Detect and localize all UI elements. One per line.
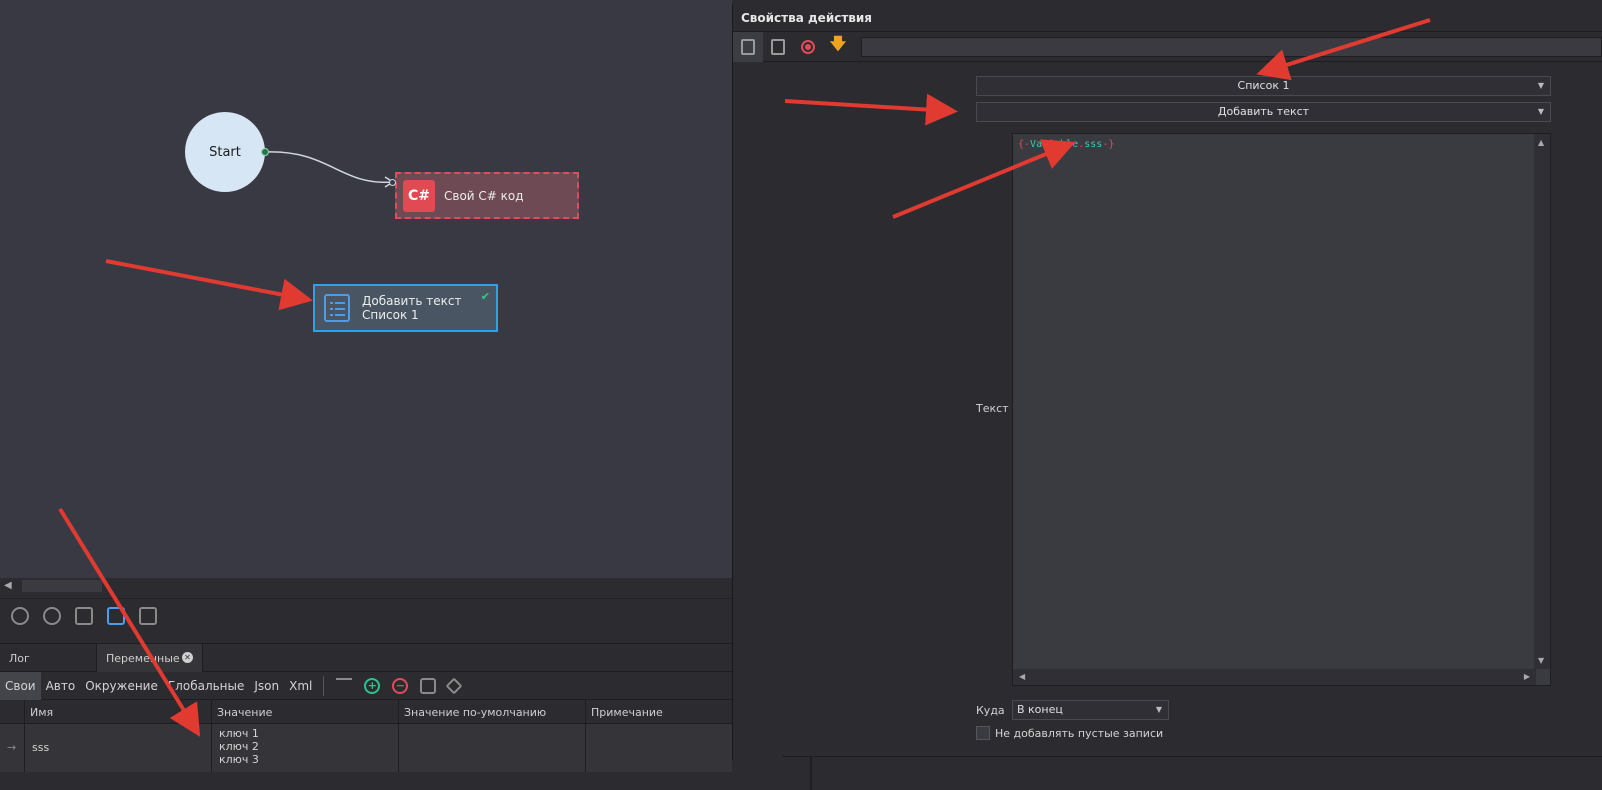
col-value[interactable]: Значение — [212, 700, 399, 723]
record-icon — [801, 39, 815, 54]
list-select[interactable]: Список 1 ▼ — [976, 76, 1551, 96]
chevron-down-icon: ▼ — [1155, 705, 1162, 714]
vartab-json[interactable]: Json — [249, 672, 284, 700]
csharp-node-label: Свой C# код — [444, 188, 524, 203]
arrow-down-icon: 🡇 — [829, 34, 847, 53]
properties-search-input[interactable] — [861, 36, 1602, 57]
tab-log[interactable]: Лог — [0, 644, 97, 672]
editor-content: {-Variable.sss-} — [1018, 139, 1114, 150]
canvas-toolbar — [0, 598, 732, 632]
editor-vertical-scrollbar[interactable]: ▲ ▼ — [1534, 134, 1550, 669]
bottom-tabs: Лог Переменные ✕ — [0, 644, 732, 672]
canvas-horizontal-scrollbar[interactable]: ◀ — [0, 578, 732, 594]
edit-document-button[interactable] — [763, 32, 793, 62]
scroll-left-icon[interactable]: ◀ — [4, 580, 12, 591]
action-select-value: Добавить текст — [1217, 105, 1310, 118]
document-settings-icon — [741, 38, 755, 55]
toolbar-divider — [323, 675, 325, 696]
check-icon: ✔ — [480, 290, 490, 303]
editor-horizontal-scrollbar[interactable]: ◀ ▶ — [1013, 669, 1536, 685]
add-node-title: Добавить текст — [362, 294, 462, 308]
scroll-down-icon[interactable]: ▼ — [1538, 656, 1544, 665]
add-frame-icon[interactable] — [139, 607, 157, 625]
eraser-icon[interactable] — [445, 677, 463, 694]
add-variable-icon[interactable]: + — [364, 677, 381, 694]
document-edit-icon — [771, 38, 785, 55]
tab-variables-label: Переменные — [106, 652, 180, 665]
text-editor[interactable]: {-Variable.sss-} ▲ ▼ ◀ ▶ — [1012, 133, 1551, 686]
col-note[interactable]: Примечание — [586, 700, 732, 723]
value-line: ключ 1 — [219, 727, 259, 740]
action-properties-window: Свойства действия 🡇 Список 1 ▼ Добавить … — [732, 4, 1602, 760]
remove-variable-icon[interactable]: − — [392, 677, 409, 694]
col-default[interactable]: Значение по-умолчанию — [399, 700, 586, 723]
bottom-panel: Лог Переменные ✕ Свои Авто Окружение Гло… — [0, 643, 732, 790]
window-title: Свойства действия — [733, 4, 1602, 32]
macro-name: sss — [1084, 139, 1103, 150]
tab-variables[interactable]: Переменные ✕ — [97, 644, 203, 672]
lock-icon[interactable] — [75, 607, 93, 625]
variables-table: Имя Значение Значение по-умолчанию Приме… — [0, 700, 732, 772]
csharp-icon: C# — [403, 179, 435, 212]
cell-note[interactable] — [586, 724, 732, 772]
csharp-code-node[interactable]: C# Свой C# код — [395, 172, 579, 219]
gear-icon[interactable] — [11, 607, 29, 625]
start-node[interactable]: Start — [185, 112, 265, 192]
workflow-canvas[interactable]: Start C# Свой C# код Добавить текст Спис… — [0, 0, 732, 578]
variable-type-tabs: Свои Авто Окружение Глобальные Json Xml … — [0, 671, 732, 700]
vartab-auto[interactable]: Авто — [41, 672, 81, 700]
where-select-value: В конец — [1017, 703, 1063, 716]
skip-empty-checkbox[interactable] — [976, 726, 990, 740]
scroll-up-icon[interactable]: ▲ — [1538, 138, 1544, 147]
skip-empty-option[interactable]: Не добавлять пустые записи — [976, 726, 1163, 740]
cell-value[interactable]: ключ 1 ключ 2 ключ 3 — [212, 724, 399, 772]
chevron-down-icon: ▼ — [1537, 81, 1544, 90]
status-strip — [782, 756, 1602, 790]
properties-toolbar: 🡇 — [733, 31, 1602, 62]
scroll-left-icon[interactable]: ◀ — [1019, 672, 1025, 681]
macro-variable: Variable — [1030, 139, 1079, 150]
download-button[interactable]: 🡇 — [823, 32, 853, 62]
vartab-xml[interactable]: Xml — [284, 672, 317, 700]
value-line: ключ 3 — [219, 753, 259, 766]
add-node-subtitle: Список 1 — [362, 308, 419, 322]
table-row[interactable]: → sss ключ 1 ключ 2 ключ 3 — [0, 724, 732, 772]
action-select[interactable]: Добавить текст ▼ — [976, 102, 1551, 122]
start-label: Start — [209, 144, 241, 160]
start-output-port[interactable] — [261, 148, 269, 156]
vartab-global[interactable]: Глобальные — [163, 672, 250, 700]
vartab-own[interactable]: Свои — [0, 671, 41, 700]
list-view-icon[interactable] — [107, 607, 125, 625]
list-select-value: Список 1 — [1237, 79, 1290, 92]
record-button[interactable] — [793, 32, 823, 62]
properties-tab-button[interactable] — [733, 31, 763, 62]
scroll-thumb[interactable] — [22, 580, 102, 592]
add-text-node[interactable]: Добавить текст Список 1 ✔ — [313, 284, 498, 332]
columns-icon[interactable] — [420, 677, 437, 694]
macro-close: -} — [1102, 139, 1115, 150]
chevron-down-icon: ▼ — [1537, 107, 1544, 116]
macro-open: {- — [1018, 139, 1031, 150]
table-header: Имя Значение Значение по-умолчанию Приме… — [0, 700, 732, 724]
list-icon — [324, 294, 350, 322]
cell-default[interactable] — [399, 724, 586, 772]
close-icon[interactable]: ✕ — [182, 652, 193, 663]
tab-log-label: Лог — [9, 652, 30, 665]
filter-icon[interactable] — [336, 677, 353, 694]
scroll-right-icon[interactable]: ▶ — [1524, 672, 1530, 681]
text-field-label: Текст — [976, 402, 1009, 415]
skip-empty-label: Не добавлять пустые записи — [995, 726, 1164, 740]
user-icon[interactable] — [43, 607, 61, 625]
row-indicator-icon: → — [0, 724, 25, 772]
csharp-input-port[interactable] — [389, 179, 396, 186]
value-line: ключ 2 — [219, 740, 259, 753]
col-name[interactable]: Имя — [25, 700, 212, 723]
vartab-environment[interactable]: Окружение — [80, 672, 163, 700]
where-select[interactable]: В конец ▼ — [1012, 700, 1169, 720]
where-label: Куда — [976, 704, 1005, 717]
cell-name[interactable]: sss — [25, 724, 212, 772]
